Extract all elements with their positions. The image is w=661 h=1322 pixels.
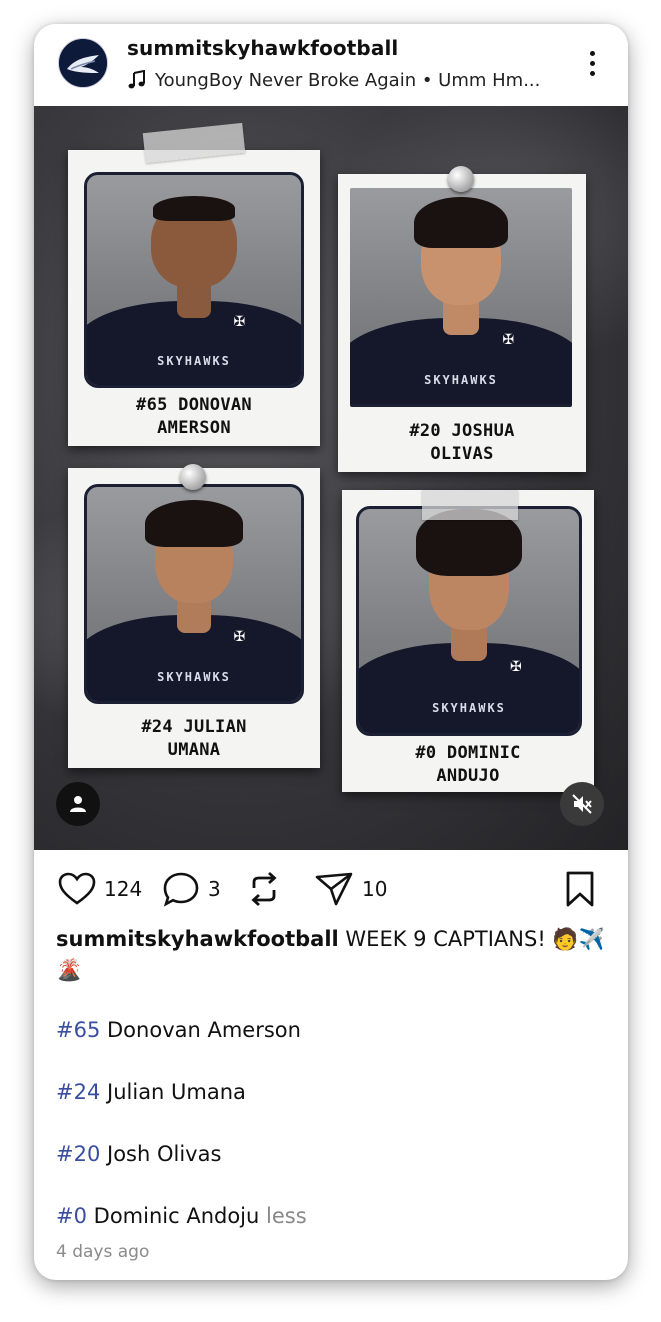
avatar[interactable]: [58, 38, 108, 88]
post-timestamp: 4 days ago: [56, 1242, 150, 1262]
more-icon[interactable]: [582, 48, 602, 82]
player-caption: #0 DOMINIC ANDUJO: [342, 742, 594, 788]
mute-icon: [572, 794, 592, 814]
post-caption: summitskyhawkfootball WEEK 9 CAPTIANS! 🧑…: [56, 924, 616, 986]
player-card-24: ✠ SKYHAWKS #24 JULIAN UMANA: [68, 468, 320, 768]
caption-line: AMERSON: [157, 418, 231, 438]
caption-line: OLIVAS: [430, 444, 494, 464]
post-username[interactable]: summitskyhawkfootball: [127, 36, 398, 60]
pushpin: [180, 464, 206, 490]
caption-line: #24 JULIAN: [141, 717, 247, 737]
mute-button[interactable]: [560, 782, 604, 826]
player-photo: ✠ SKYHAWKS: [84, 172, 304, 388]
player-card-20: ✠ SKYHAWKS #20 JOSHUA OLIVAS: [338, 174, 586, 472]
caption-line: UMANA: [167, 740, 221, 760]
caption-line: #65 DONOVAN: [136, 395, 252, 415]
team-name: SKYHAWKS: [157, 354, 231, 369]
eagle-logo-icon: [59, 39, 107, 87]
repost-icon: [251, 871, 277, 907]
comment-icon: [163, 872, 199, 907]
send-button[interactable]: 10: [314, 864, 387, 914]
team-name: SKYHAWKS: [157, 669, 231, 684]
post-card: summitskyhawkfootball YoungBoy Never Bro…: [34, 24, 628, 1280]
caption-line: #0 DOMINIC: [415, 743, 521, 763]
caption-tag-line: #20 Josh Olivas: [56, 1142, 221, 1166]
hashtag[interactable]: #20: [56, 1142, 100, 1166]
team-name: SKYHAWKS: [432, 701, 506, 716]
tagged-users-button[interactable]: [56, 782, 100, 826]
player-photo: ✠ SKYHAWKS: [356, 506, 582, 736]
caption-line: #20 JOSHUA: [409, 421, 515, 441]
like-count: 124: [104, 877, 143, 901]
player-caption: #24 JULIAN UMANA: [68, 716, 320, 762]
player-name: Dominic Andoju: [93, 1204, 260, 1228]
player-name: Julian Umana: [107, 1080, 246, 1104]
caption-tag-line: #65 Donovan Amerson: [56, 1018, 301, 1042]
user-icon: [70, 796, 86, 812]
player-card-65: ✠ SKYHAWKS #65 DONOVAN AMERSON: [68, 150, 320, 446]
player-caption: #65 DONOVAN AMERSON: [68, 394, 320, 440]
post-header: summitskyhawkfootball YoungBoy Never Bro…: [34, 24, 628, 106]
hashtag[interactable]: #0: [56, 1204, 87, 1228]
music-row[interactable]: YoungBoy Never Broke Again • Umm Hm...: [127, 68, 540, 92]
player-name: Donovan Amerson: [107, 1018, 301, 1042]
bookmark-icon: [566, 871, 594, 907]
player-photo: ✠ SKYHAWKS: [84, 484, 304, 704]
hashtag[interactable]: #24: [56, 1080, 100, 1104]
caption-username[interactable]: summitskyhawkfootball: [56, 927, 339, 951]
share-count: 10: [362, 877, 388, 901]
comment-count: 3: [208, 877, 221, 901]
comment-button[interactable]: 3: [162, 864, 221, 914]
less-link[interactable]: less: [266, 1204, 307, 1228]
tape: [422, 490, 518, 520]
post-media[interactable]: ✠ SKYHAWKS #65 DONOVAN AMERSON ✠ SKYHAWK…: [34, 106, 628, 850]
player-caption: #20 JOSHUA OLIVAS: [338, 420, 586, 466]
send-icon: [315, 872, 353, 906]
player-card-0: ✠ SKYHAWKS #0 DOMINIC ANDUJO: [342, 490, 594, 792]
bookmark-button[interactable]: [564, 864, 596, 914]
like-button[interactable]: 124: [58, 864, 142, 914]
hashtag[interactable]: #65: [56, 1018, 100, 1042]
music-note-icon: [128, 70, 145, 89]
repost-button[interactable]: [246, 864, 282, 914]
caption-line: ANDUJO: [436, 766, 500, 786]
pushpin: [448, 166, 474, 192]
player-photo: ✠ SKYHAWKS: [350, 188, 572, 407]
team-name: SKYHAWKS: [424, 372, 498, 387]
player-name: Josh Olivas: [107, 1142, 222, 1166]
caption-tag-line: #0 Dominic Andoju less: [56, 1204, 307, 1228]
music-track: YoungBoy Never Broke Again • Umm Hm...: [155, 69, 541, 91]
caption-tag-line: #24 Julian Umana: [56, 1080, 246, 1104]
action-bar: 124 3 10: [34, 864, 628, 914]
heart-icon: [58, 872, 96, 905]
